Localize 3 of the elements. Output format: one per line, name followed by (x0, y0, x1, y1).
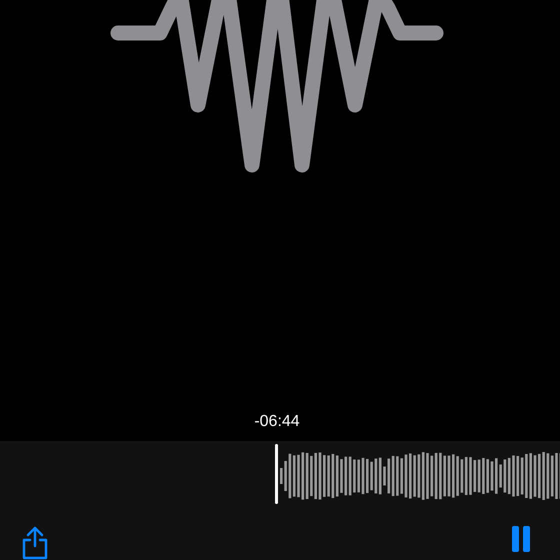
pause-icon[interactable] (510, 526, 532, 552)
time-remaining: -06:44 (254, 412, 300, 432)
share-icon[interactable] (20, 526, 50, 560)
